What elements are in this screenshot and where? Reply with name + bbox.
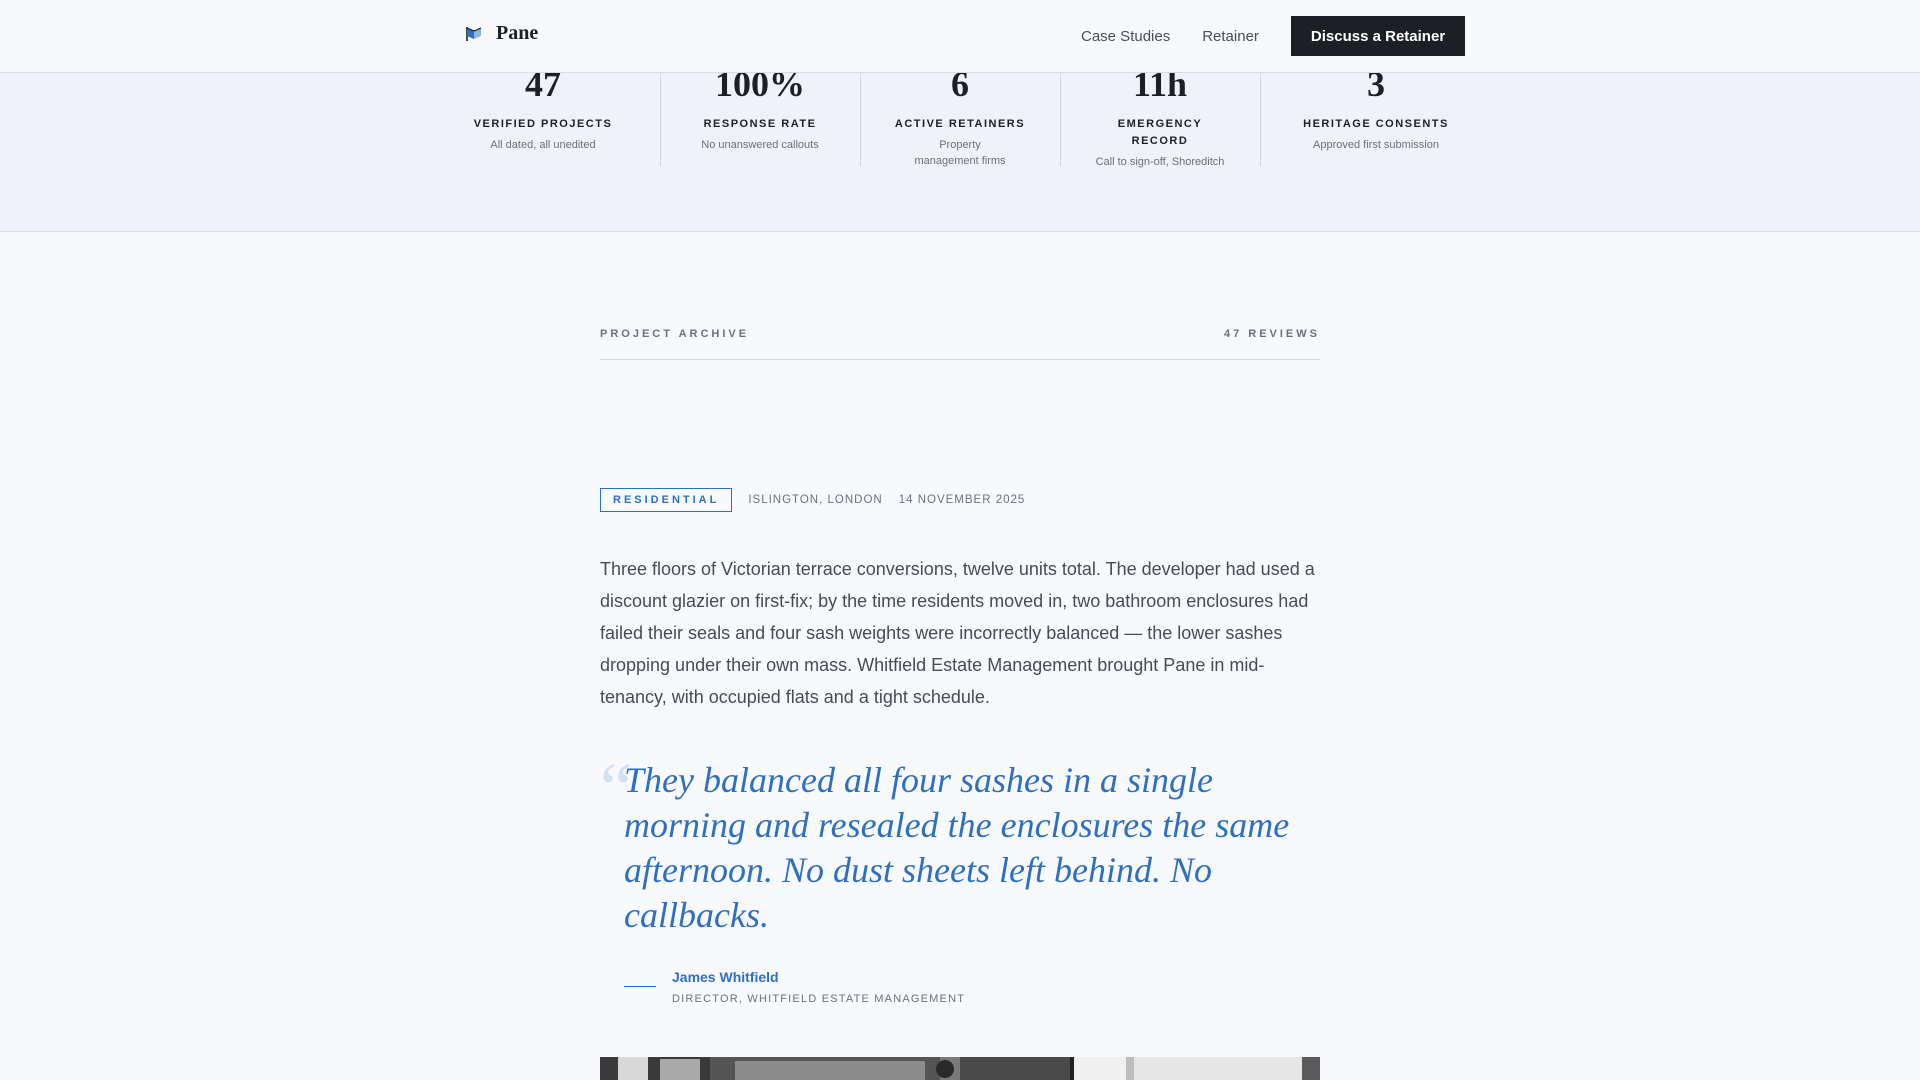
nav-case-studies[interactable]: Case Studies: [1081, 28, 1170, 45]
archive-header: PROJECT ARCHIVE 47 REVIEWS: [600, 328, 1320, 360]
stat-label: VERIFIED PROJECTS: [473, 118, 613, 130]
stat-sub: Approved first submission: [1313, 139, 1439, 151]
stat-sub: No unanswered callouts: [701, 139, 819, 151]
review-count: 47 REVIEWS: [1223, 328, 1320, 340]
author-name: James Whitfield: [672, 969, 779, 985]
site-header: Pane Case Studies Retainer Discuss a Ret…: [0, 0, 1920, 73]
stat-label: HERITAGE CONSENTS: [1303, 118, 1449, 130]
stat-divider: [660, 72, 661, 166]
discuss-retainer-button[interactable]: Discuss a Retainer: [1290, 16, 1466, 56]
stat-label: ACTIVE RETAINERS: [894, 118, 1026, 130]
entry-body: Three floors of Victorian terrace conver…: [600, 559, 1315, 707]
stat-emergency-record: 11h EMERGENCY RECORD Call to sign-off, S…: [1085, 62, 1235, 170]
stat-active-retainers: 6 ACTIVE RETAINERS Property management f…: [885, 62, 1035, 169]
primary-nav: Case Studies Retainer Discuss a Retainer: [1081, 0, 1466, 72]
stat-sub: Property management firms: [914, 139, 1006, 167]
brand-name: Pane: [496, 22, 539, 44]
stat-label: EMERGENCY RECORD: [1117, 118, 1203, 147]
category-badge: RESIDENTIAL: [600, 488, 733, 512]
flag-icon: [464, 24, 484, 44]
testimonial-quote: They balanced all four sashes in a singl…: [624, 760, 1290, 935]
archive-title: PROJECT ARCHIVE: [600, 328, 750, 340]
stat-divider: [1060, 72, 1061, 166]
stat-label: RESPONSE RATE: [703, 118, 817, 130]
nav-retainer[interactable]: Retainer: [1202, 28, 1259, 45]
entry-date: 14 NOVEMBER 2025: [898, 494, 1026, 506]
stat-divider: [860, 72, 861, 166]
entry-meta: RESIDENTIAL ISLINGTON, LONDON 14 NOVEMBE…: [600, 488, 1041, 512]
entry-location: ISLINGTON, LONDON: [748, 494, 883, 506]
stat-verified-projects: 47 VERIFIED PROJECTS All dated, all uned…: [463, 62, 623, 153]
stat-sub: Call to sign-off, Shoreditch: [1095, 156, 1225, 168]
brand-logo-link[interactable]: Pane: [464, 22, 538, 45]
stat-divider: [1260, 72, 1261, 166]
attribution-rule: [624, 986, 656, 987]
project-photo: [600, 1057, 1320, 1080]
author-role: DIRECTOR, WHITFIELD ESTATE MANAGEMENT: [672, 993, 966, 1005]
stat-heritage-consents: 3 HERITAGE CONSENTS Approved first submi…: [1286, 62, 1466, 153]
stat-sub: All dated, all unedited: [490, 139, 596, 151]
stat-response-rate: 100% RESPONSE RATE No unanswered callout…: [680, 62, 840, 153]
